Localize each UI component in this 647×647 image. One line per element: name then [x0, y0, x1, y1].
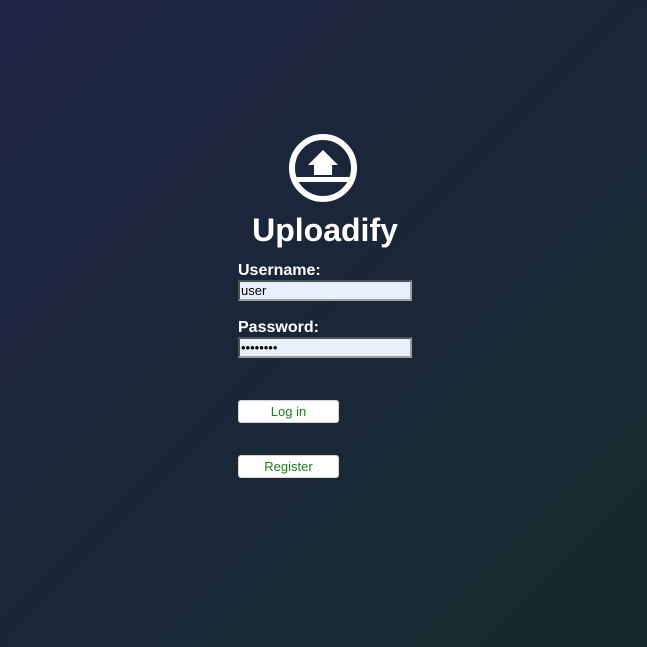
password-input[interactable] — [238, 337, 412, 358]
login-button[interactable]: Log in — [238, 400, 339, 423]
password-label: Password: — [238, 319, 319, 336]
register-button[interactable]: Register — [238, 455, 339, 478]
upload-arrow-circle-icon — [289, 134, 357, 202]
username-input[interactable] — [238, 280, 412, 301]
app-title: Uploadify — [252, 212, 398, 248]
username-label: Username: — [238, 262, 321, 279]
login-form: Username: Password: Log in Register — [238, 261, 418, 478]
